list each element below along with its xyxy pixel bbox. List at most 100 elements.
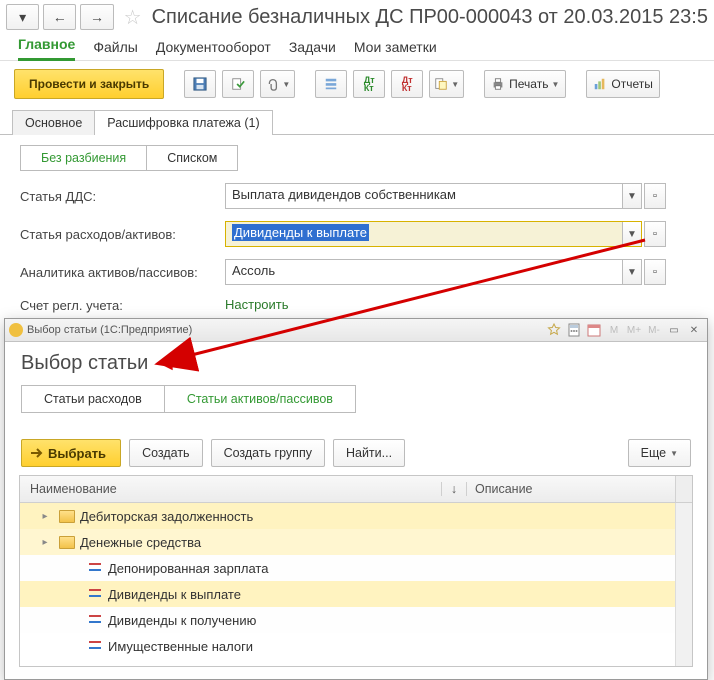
article-leaf-icon <box>86 641 104 651</box>
list-item[interactable]: Имущественные налоги <box>20 633 692 659</box>
header-scroll-gap <box>675 476 692 502</box>
tree-collapse-icon[interactable]: ▸ <box>38 537 52 548</box>
more-button[interactable]: Еще ▼ <box>628 439 691 467</box>
printer-icon <box>491 77 505 91</box>
command-bar: Провести и закрыть ▼ Дт Кт Дт Кт ▼ Печат… <box>0 61 714 107</box>
chevron-down-icon: ▼ <box>451 80 459 89</box>
nav-forward-button[interactable]: → <box>80 4 113 30</box>
arrow-head-icon: ◄ <box>158 354 176 375</box>
nav-back-button[interactable]: ← <box>43 4 76 30</box>
list-item-label: Дивиденды к получению <box>108 613 256 628</box>
register-kr-button[interactable]: Дт Кт <box>391 70 423 98</box>
label-acct: Счет регл. учета: <box>20 298 225 313</box>
list-item[interactable]: Дивиденды к получению <box>20 607 692 633</box>
value-dds: Выплата дивидендов собственникам <box>226 184 622 208</box>
value-expenses: Дивиденды к выплате <box>226 222 622 246</box>
dropdown-button[interactable]: ▼ <box>622 184 641 208</box>
link-configure-acct[interactable]: Настроить <box>225 297 289 313</box>
create-group-button[interactable]: Создать группу <box>211 439 325 467</box>
popup-subtabs: Статьи расходов Статьи активов/пассивов <box>5 381 707 435</box>
create-button[interactable]: Создать <box>129 439 203 467</box>
row-acct: Счет регл. учета: Настроить <box>20 297 700 313</box>
form-panel: Без разбиения Списком Статья ДДС: Выплат… <box>0 135 714 321</box>
open-icon: ▫ <box>653 266 657 278</box>
article-leaf-icon <box>86 589 104 599</box>
main-tabs: Главное Файлы Документооборот Задачи Мои… <box>0 32 714 61</box>
tab-expense-articles[interactable]: Статьи расходов <box>21 385 164 413</box>
list-folder[interactable]: ▸Дебиторская задолженность <box>20 503 692 529</box>
article-list: Наименование ↓ Описание ▸Дебиторская зад… <box>19 475 693 667</box>
tab-nosplit[interactable]: Без разбиения <box>20 145 146 171</box>
basis-button[interactable]: ▼ <box>429 70 464 98</box>
titlebar-minimize-button[interactable]: ▭ <box>665 322 683 338</box>
reports-label: Отчеты <box>611 77 652 91</box>
doc-link-icon <box>434 77 448 91</box>
list-item[interactable]: Депонированная зарплата <box>20 555 692 581</box>
nav-menu-button[interactable]: ▾ <box>6 4 39 30</box>
sort-asc-icon: ↓ <box>451 482 457 496</box>
post-button[interactable] <box>222 70 254 98</box>
save-button[interactable] <box>184 70 216 98</box>
vertical-scrollbar[interactable] <box>675 503 692 666</box>
col-sort-indicator[interactable]: ↓ <box>441 482 467 496</box>
favorite-star-icon[interactable]: ☆ <box>122 5 144 30</box>
register-dr-button[interactable]: Дт Кт <box>353 70 385 98</box>
reports-button[interactable]: Отчеты <box>586 70 659 98</box>
folder-icon <box>58 536 76 549</box>
tab-list[interactable]: Списком <box>146 145 238 171</box>
input-expenses[interactable]: Дивиденды к выплате ▼ <box>225 221 642 247</box>
tab-files[interactable]: Файлы <box>93 39 137 61</box>
print-button[interactable]: Печать ▼ <box>484 70 566 98</box>
titlebar-mminus-button: M- <box>645 322 663 338</box>
tab-osnovnoe[interactable]: Основное <box>12 110 95 135</box>
print-label: Печать <box>509 77 548 91</box>
input-dds[interactable]: Выплата дивидендов собственникам ▼ <box>225 183 642 209</box>
open-ref-button[interactable]: ▫ <box>644 183 666 209</box>
tab-rasshifrovka[interactable]: Расшифровка платежа (1) <box>94 110 272 135</box>
dropdown-button[interactable]: ▼ <box>622 260 641 284</box>
post-and-close-button[interactable]: Провести и закрыть <box>14 69 164 99</box>
find-button[interactable]: Найти... <box>333 439 405 467</box>
select-button[interactable]: Выбрать <box>21 439 121 467</box>
attach-button[interactable]: ▼ <box>260 70 295 98</box>
tab-main[interactable]: Главное <box>18 36 75 61</box>
close-icon: ✕ <box>690 325 698 336</box>
floppy-icon <box>193 77 207 91</box>
post-icon <box>231 77 245 91</box>
open-ref-button[interactable]: ▫ <box>644 221 666 247</box>
popup-header: Выбор статьи ◄ <box>5 342 707 381</box>
input-analytics[interactable]: Ассоль ▼ <box>225 259 642 285</box>
clip-icon <box>265 77 279 91</box>
structure-button[interactable] <box>315 70 347 98</box>
label-dds: Статья ДДС: <box>20 189 225 204</box>
list-item-label: Имущественные налоги <box>108 639 253 654</box>
list-icon <box>324 77 338 91</box>
open-icon: ▫ <box>653 190 657 202</box>
calendar-icon <box>587 323 601 337</box>
label-analytics: Аналитика активов/пассивов: <box>20 265 225 280</box>
list-folder[interactable]: ▸Денежные средства <box>20 529 692 555</box>
col-desc[interactable]: Описание <box>467 482 675 496</box>
open-icon: ▫ <box>653 228 657 240</box>
tab-tasks[interactable]: Задачи <box>289 39 336 61</box>
list-item-label: Депонированная зарплата <box>108 561 268 576</box>
chevron-down-icon: ▼ <box>282 80 290 89</box>
tab-asset-articles[interactable]: Статьи активов/пассивов <box>164 385 356 413</box>
tab-notes[interactable]: Мои заметки <box>354 39 437 61</box>
tab-docflow[interactable]: Документооборот <box>156 39 271 61</box>
reports-icon <box>593 77 607 91</box>
col-name[interactable]: Наименование <box>20 482 441 496</box>
dropdown-button[interactable]: ▼ <box>622 222 641 246</box>
article-leaf-icon <box>86 563 104 573</box>
list-item-label: Дивиденды к выплате <box>108 587 241 602</box>
menu-icon: ▾ <box>19 9 26 26</box>
list-item[interactable]: Дивиденды к выплате <box>20 581 692 607</box>
open-ref-button[interactable]: ▫ <box>644 259 666 285</box>
list-header: Наименование ↓ Описание <box>20 476 692 503</box>
titlebar-calc-button[interactable] <box>565 322 583 338</box>
tree-collapse-icon[interactable]: ▸ <box>38 511 52 522</box>
select-button-label: Выбрать <box>48 446 106 461</box>
titlebar-calendar-button[interactable] <box>585 322 603 338</box>
titlebar-close-button[interactable]: ✕ <box>685 322 703 338</box>
titlebar-fav-button[interactable] <box>545 322 563 338</box>
